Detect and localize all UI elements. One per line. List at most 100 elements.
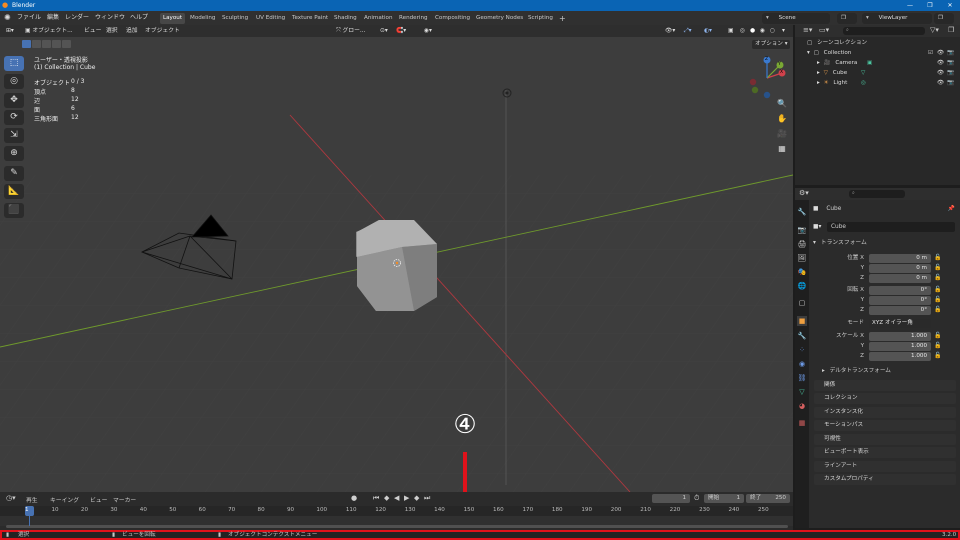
- lock-icon[interactable]: 🔓: [934, 286, 941, 293]
- lock-icon[interactable]: 🔓: [934, 342, 941, 349]
- tool-measure[interactable]: 📐: [4, 184, 24, 199]
- panel-instancing[interactable]: インスタンス化: [814, 407, 956, 418]
- properties-editor-icon[interactable]: ⚙▾: [799, 189, 809, 197]
- tab-uv-editing[interactable]: UV Editing: [253, 13, 288, 24]
- tab-animation[interactable]: Animation: [361, 13, 396, 24]
- pin-icon[interactable]: 📌: [948, 204, 955, 215]
- pivot-icon[interactable]: ⊙▾: [380, 25, 388, 37]
- lock-icon[interactable]: 🔓: [934, 296, 941, 303]
- scale-z-field[interactable]: 1.000: [869, 352, 931, 361]
- tab-constraints-icon[interactable]: ⛓: [797, 373, 807, 383]
- delta-transform-subpanel[interactable]: ▸ デルタトランスフォーム: [822, 366, 956, 377]
- editor-type-icon[interactable]: ⊞▾: [6, 25, 14, 37]
- tab-compositing[interactable]: Compositing: [432, 13, 473, 24]
- shading-wireframe-icon[interactable]: ◎: [740, 25, 745, 37]
- snap-icon[interactable]: 🧲▾: [396, 25, 406, 37]
- tool-annotate[interactable]: ✎: [4, 166, 24, 181]
- shading-material-icon[interactable]: ◉: [760, 25, 765, 37]
- viewlayer-browse-button[interactable]: ❐: [934, 13, 954, 24]
- shading-rendered-icon[interactable]: ○: [770, 25, 775, 37]
- panel-visibility[interactable]: 可視性: [814, 434, 956, 445]
- next-keyframe-icon[interactable]: ◆: [414, 494, 419, 502]
- tool-select-box[interactable]: ⬚: [4, 56, 24, 71]
- select-subtract-button[interactable]: [42, 40, 51, 48]
- xray-toggle-icon[interactable]: ▣: [728, 25, 733, 37]
- tab-tool-icon[interactable]: 🔧: [797, 207, 807, 217]
- menu-select[interactable]: 選択: [106, 25, 118, 37]
- scene-browse-button[interactable]: ❐: [837, 13, 857, 24]
- stopwatch-icon[interactable]: ⏱: [694, 494, 699, 503]
- timeline-scrollbar[interactable]: [6, 525, 788, 528]
- lock-icon[interactable]: 🔓: [934, 352, 941, 359]
- menu-help[interactable]: ヘルプ: [130, 11, 148, 25]
- maximize-button[interactable]: ❐: [920, 0, 940, 11]
- rotation-mode-select[interactable]: XYZ オイラー角: [869, 319, 931, 328]
- shading-options-icon[interactable]: ▾: [782, 25, 785, 37]
- tab-scene-icon[interactable]: 🎭: [797, 267, 807, 277]
- tab-scripting[interactable]: Scripting: [525, 13, 556, 24]
- tab-particles-icon[interactable]: ⁘: [797, 345, 807, 355]
- menu-edit[interactable]: 編集: [47, 11, 59, 25]
- pan-hand-icon[interactable]: ✋: [775, 112, 789, 126]
- select-new-button[interactable]: [22, 40, 31, 48]
- scene-selector[interactable]: ▾ Scene: [762, 13, 830, 24]
- timeline-editor-icon[interactable]: ◷▾: [6, 494, 16, 502]
- tab-view-layer-icon[interactable]: 🖼: [797, 253, 807, 263]
- eye-icon[interactable]: 👁: [937, 58, 944, 68]
- panel-relations[interactable]: 関係: [814, 380, 956, 391]
- rotation-y-field[interactable]: 0°: [869, 296, 931, 305]
- menu-render[interactable]: レンダー: [65, 11, 89, 25]
- outliner-collection[interactable]: ▾ ▢ Collection ☑ 👁 📷: [795, 48, 960, 58]
- frame-start-field[interactable]: 開始 1: [704, 494, 744, 503]
- outliner-display-icon[interactable]: ▭▾: [819, 26, 829, 34]
- select-invert-button[interactable]: [52, 40, 61, 48]
- minimize-button[interactable]: —: [900, 0, 920, 11]
- tool-add-cube[interactable]: ⬛: [4, 203, 24, 218]
- menu-object[interactable]: オブジェクト: [145, 25, 180, 37]
- location-y-field[interactable]: 0 m: [869, 264, 931, 273]
- tool-cursor[interactable]: ◎: [4, 74, 24, 89]
- outliner-search-field[interactable]: ⌕: [843, 27, 925, 35]
- tool-rotate[interactable]: ⟳: [4, 110, 24, 125]
- lock-icon[interactable]: 🔓: [934, 254, 941, 261]
- viewport-options-button[interactable]: オプション ▾: [752, 40, 790, 49]
- jump-start-icon[interactable]: ⏮: [373, 494, 379, 503]
- location-x-field[interactable]: 0 m: [869, 254, 931, 263]
- panel-collections[interactable]: コレクション: [814, 393, 956, 404]
- camera-render-icon[interactable]: 📷: [947, 48, 954, 58]
- menu-keying[interactable]: キーイング: [50, 495, 79, 504]
- frame-end-field[interactable]: 終了 250: [746, 494, 790, 503]
- tool-transform[interactable]: ⊕: [4, 146, 24, 161]
- menu-playback[interactable]: 再生: [26, 495, 38, 504]
- outliner-new-collection-icon[interactable]: ❐: [948, 26, 954, 34]
- prev-keyframe-icon[interactable]: ◆: [384, 494, 389, 502]
- checkbox-icon[interactable]: ☑: [928, 48, 933, 58]
- outliner-scene-collection[interactable]: ▢ シーンコレクション: [795, 38, 960, 48]
- lock-icon[interactable]: 🔓: [934, 332, 941, 339]
- tab-sculpting[interactable]: Sculpting: [219, 13, 251, 24]
- panel-viewport-display[interactable]: ビューポート表示: [814, 447, 956, 458]
- transform-panel-header[interactable]: ▾ トランスフォーム: [813, 238, 956, 249]
- object-datablock-field[interactable]: ■▾ Cube: [813, 222, 955, 232]
- menu-view[interactable]: ビュー: [84, 25, 101, 37]
- panel-line-art[interactable]: ラインアート: [814, 461, 956, 472]
- scale-x-field[interactable]: 1.000: [869, 332, 931, 341]
- tab-material-icon[interactable]: ◕: [797, 401, 807, 411]
- eye-icon[interactable]: 👁: [937, 68, 944, 78]
- lock-icon[interactable]: 🔓: [934, 306, 941, 313]
- play-reverse-icon[interactable]: ◀: [394, 494, 399, 502]
- tab-rendering[interactable]: Rendering: [396, 13, 431, 24]
- tab-geometry-nodes[interactable]: Geometry Nodes: [473, 13, 526, 24]
- eye-icon[interactable]: 👁: [937, 78, 944, 88]
- camera-view-icon[interactable]: 🎥: [775, 127, 789, 141]
- blender-menu-icon[interactable]: ✺: [4, 11, 11, 25]
- menu-add[interactable]: 追加: [126, 25, 138, 37]
- menu-window[interactable]: ウィンドウ: [95, 11, 125, 25]
- outliner-filter-icon[interactable]: ▽▾: [930, 26, 939, 34]
- auto-keying-icon[interactable]: ●: [351, 494, 357, 502]
- mode-selector[interactable]: ▣ オブジェクト...: [25, 25, 73, 37]
- overlay-toggle-icon[interactable]: ◐▾: [704, 25, 712, 37]
- outliner-item-cube[interactable]: ▸ ▽ Cube ▽ 👁 📷: [795, 68, 960, 78]
- scale-y-field[interactable]: 1.000: [869, 342, 931, 351]
- datablock-name-field[interactable]: Cube: [827, 222, 955, 232]
